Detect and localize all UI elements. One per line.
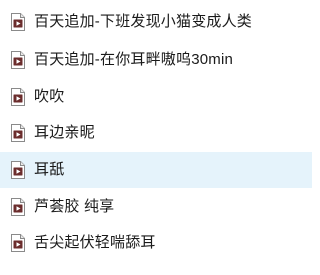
list-item[interactable]: 舌尖起伏轻喘舔耳 <box>0 225 312 261</box>
file-list: 百天追加-下班发现小猫变成人类 百天追加-在你耳畔嗷呜30min 吹吹 耳边亲昵… <box>0 0 312 275</box>
file-name: 耳边亲昵 <box>34 124 95 141</box>
audio-file-icon <box>10 13 26 31</box>
list-item-selected[interactable]: 耳舐 <box>0 152 312 188</box>
list-item[interactable]: 耳边亲昵 <box>0 115 312 151</box>
audio-file-icon <box>10 124 26 142</box>
list-item[interactable]: 百天追加-在你耳畔嗷呜30min <box>0 42 312 78</box>
file-name: 舌尖起伏轻喘舔耳 <box>34 234 156 251</box>
audio-file-icon <box>10 198 26 216</box>
list-item[interactable]: 吹吹 <box>0 79 312 115</box>
file-name: 芦荟胶 纯享 <box>34 198 115 215</box>
file-name: 吹吹 <box>34 88 65 105</box>
list-item[interactable]: 芦荟胶 纯享 <box>0 189 312 225</box>
audio-file-icon <box>10 161 26 179</box>
audio-file-icon <box>10 51 26 69</box>
list-item[interactable]: 百天追加-下班发现小猫变成人类 <box>0 4 312 40</box>
file-name: 百天追加-在你耳畔嗷呜30min <box>34 51 234 68</box>
file-name: 百天追加-下班发现小猫变成人类 <box>34 13 252 30</box>
audio-file-icon <box>10 88 26 106</box>
file-name: 耳舐 <box>34 161 65 178</box>
audio-file-icon <box>10 234 26 252</box>
